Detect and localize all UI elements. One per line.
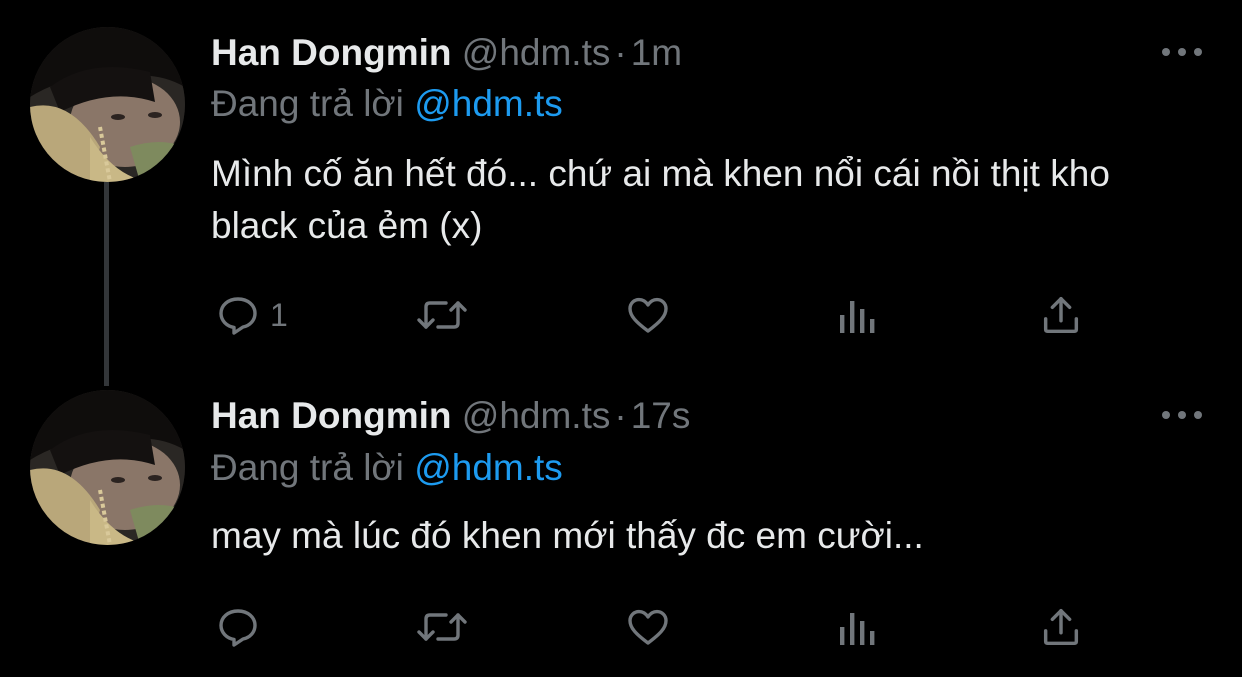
author-handle[interactable]: @hdm.ts — [462, 395, 611, 436]
tweet[interactable]: Han Dongmin @hdm.ts · 1m Đang trả lời @hdm… — [0, 0, 1242, 360]
retweet-icon — [417, 613, 467, 641]
avatar[interactable] — [30, 27, 185, 182]
tweet-timestamp[interactable]: 17s — [631, 395, 691, 436]
views-button[interactable] — [834, 290, 878, 340]
tweet-actions: 1 — [210, 290, 1090, 340]
author-name[interactable]: Han Dongmin — [211, 395, 451, 436]
tweet-actions — [210, 602, 1090, 652]
author-name[interactable]: Han Dongmin — [211, 32, 451, 73]
separator-dot: · — [614, 32, 627, 73]
share-icon — [1043, 296, 1079, 334]
more-options-icon[interactable] — [1162, 403, 1202, 427]
reply-button[interactable] — [214, 602, 270, 652]
tweet-timestamp[interactable]: 1m — [631, 32, 682, 73]
reply-icon — [219, 609, 257, 647]
views-icon — [840, 613, 875, 645]
like-icon — [628, 297, 668, 333]
like-button[interactable] — [624, 602, 672, 652]
reply-count: 1 — [270, 296, 288, 333]
reply-mention-link[interactable]: @hdm.ts — [414, 83, 563, 124]
more-options-icon[interactable] — [1162, 40, 1202, 64]
share-icon — [1043, 608, 1079, 646]
share-button[interactable] — [1038, 602, 1084, 652]
reply-mention-link[interactable]: @hdm.ts — [414, 447, 563, 488]
author-handle[interactable]: @hdm.ts — [462, 32, 611, 73]
views-button[interactable] — [834, 602, 878, 652]
reply-icon — [219, 297, 257, 335]
like-icon — [628, 609, 668, 645]
avatar[interactable] — [30, 390, 185, 545]
tweet[interactable]: Han Dongmin @hdm.ts · 17s Đang trả lời @hd… — [0, 362, 1242, 677]
replying-to-label: Đang trả lời — [211, 83, 404, 124]
retweet-button[interactable] — [414, 290, 470, 340]
tweet-text: may mà lúc đó khen mới thấy đc em cười..… — [211, 515, 924, 556]
separator-dot: · — [614, 395, 627, 436]
retweet-button[interactable] — [414, 602, 470, 652]
tweet-text: Mình cố ăn hết đó... chứ ai mà khen nổi … — [211, 153, 1110, 246]
replying-to-label: Đang trả lời — [211, 447, 404, 488]
views-icon — [840, 301, 875, 333]
tweet-header: Han Dongmin @hdm.ts · 17s — [211, 393, 690, 439]
retweet-icon — [417, 301, 467, 329]
like-button[interactable] — [624, 290, 672, 340]
tweet-header: Han Dongmin @hdm.ts · 1m — [211, 30, 682, 76]
replying-to: Đang trả lời @hdm.ts — [211, 80, 563, 128]
share-button[interactable] — [1038, 290, 1084, 340]
reply-button[interactable]: 1 — [214, 290, 288, 340]
replying-to: Đang trả lời @hdm.ts — [211, 444, 563, 492]
